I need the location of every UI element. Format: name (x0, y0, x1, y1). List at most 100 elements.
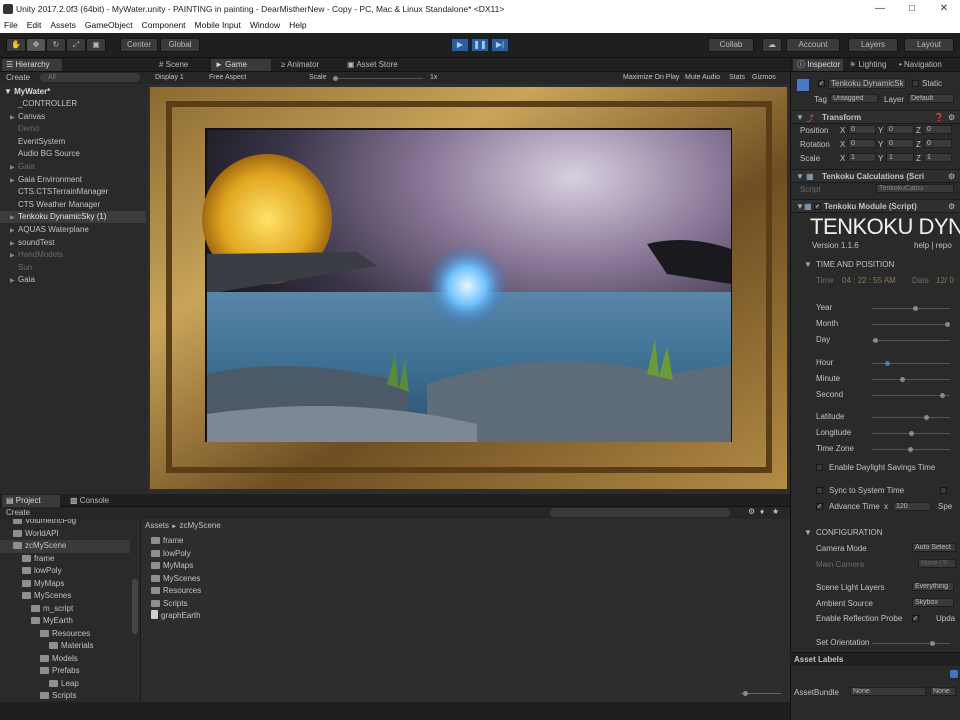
tab-scene[interactable]: # Scene (155, 59, 207, 71)
time-section-label[interactable]: TIME AND POSITION (816, 260, 894, 269)
rect-tool-icon[interactable]: ▣ (86, 38, 106, 52)
value-slider[interactable] (872, 393, 950, 398)
hierarchy-item[interactable]: EventSystem (0, 136, 146, 148)
tenkoku-module-header[interactable]: ▼ ▦ ✓ Tenkoku Module (Script) ⚙ (792, 199, 960, 213)
mute-audio-toggle[interactable]: Mute Audio (685, 72, 720, 84)
expand-arrow-icon[interactable]: ▶ (10, 275, 18, 287)
play-icon[interactable]: ▶ (451, 38, 469, 52)
close-icon[interactable]: ✕ (928, 0, 960, 18)
value-slider[interactable] (872, 377, 950, 382)
minimize-icon[interactable]: — (864, 0, 896, 18)
project-folder[interactable]: MyMaps (0, 578, 130, 591)
account-dropdown[interactable]: Account (786, 38, 840, 52)
help-links[interactable]: help | repo (914, 241, 952, 250)
hierarchy-item[interactable]: ▶ Gaia Environment (0, 174, 146, 186)
gizmos-dropdown[interactable]: Gizmos (752, 72, 776, 84)
project-folder[interactable]: Resources (0, 628, 130, 641)
scale-tool-icon[interactable]: ⤢ (66, 38, 86, 52)
asset-item[interactable]: MyScenes (151, 573, 200, 586)
label-tag-icon[interactable] (950, 670, 958, 678)
tab-hierarchy[interactable]: ☰ Hierarchy (2, 59, 62, 71)
favorite-icon[interactable]: ★ (772, 507, 779, 516)
asset-item[interactable]: Scripts (151, 598, 187, 611)
hand-tool-icon[interactable]: ✋ (6, 38, 26, 52)
project-folder[interactable]: WorldAPI (0, 528, 130, 541)
scale-slider[interactable] (333, 76, 423, 81)
pos-z-field[interactable]: 0 (924, 125, 952, 134)
expand-arrow-icon[interactable]: ▶ (10, 162, 18, 174)
y-axis-label[interactable]: Y (878, 126, 883, 135)
menu-component[interactable]: Component (142, 18, 186, 33)
hierarchy-item[interactable]: CTS.CTSTerrainManager (0, 186, 146, 198)
sync-system-time-checkbox[interactable] (816, 487, 823, 494)
scl-x-field[interactable]: 1 (848, 153, 876, 162)
project-folder[interactable]: Models (0, 653, 130, 666)
slider-thumb[interactable] (909, 431, 914, 436)
static-checkbox[interactable] (912, 80, 919, 87)
value-slider[interactable] (872, 322, 950, 327)
z-axis-label[interactable]: Z (916, 140, 921, 149)
rot-z-field[interactable]: 0 (924, 139, 952, 148)
component-help-icon[interactable]: ❓ (934, 113, 944, 122)
expand-arrow-icon[interactable]: ▶ (10, 212, 18, 224)
slider-thumb[interactable] (923, 415, 929, 420)
project-folder[interactable]: zcMyScene (0, 540, 130, 553)
component-gear-icon[interactable]: ⚙ (948, 172, 955, 181)
camera-mode-dropdown[interactable]: Auto Select (912, 543, 956, 552)
hierarchy-item[interactable]: ▶ HandModels (0, 249, 146, 261)
menu-assets[interactable]: Assets (50, 18, 76, 33)
pivot-global-button[interactable]: Global (160, 38, 200, 52)
project-folder[interactable]: Leap (0, 678, 130, 691)
expand-arrow-icon[interactable]: ▶ (10, 250, 18, 262)
hierarchy-item[interactable]: Audio BG Source (0, 148, 146, 160)
menu-help[interactable]: Help (289, 18, 306, 33)
step-icon[interactable]: ▶| (491, 38, 509, 52)
layer-dropdown[interactable]: Default (908, 94, 954, 103)
configuration-section-label[interactable]: CONFIGURATION (816, 528, 883, 537)
assetbundle-dropdown[interactable]: None (850, 687, 926, 696)
layers-dropdown[interactable]: Layers (848, 38, 898, 52)
project-folder[interactable]: MyEarth (0, 615, 130, 628)
slider-thumb[interactable] (912, 306, 918, 311)
stats-toggle[interactable]: Stats (729, 72, 745, 84)
value-slider[interactable] (872, 338, 950, 343)
value-slider[interactable] (872, 415, 950, 420)
asset-item[interactable]: graphEarth (151, 610, 201, 623)
scl-y-field[interactable]: 1 (886, 153, 914, 162)
value-slider[interactable] (872, 447, 950, 452)
hierarchy-item[interactable]: ▶ Canvas (0, 111, 146, 123)
tab-lighting[interactable]: ☀ Lighting (845, 59, 893, 71)
project-folder[interactable]: Scripts (0, 690, 130, 702)
daylight-savings-checkbox[interactable] (816, 464, 823, 471)
move-tool-icon[interactable]: ✥ (26, 38, 46, 52)
tab-game[interactable]: ► Game (211, 59, 271, 71)
display-dropdown[interactable]: Display 1 (155, 72, 184, 84)
hierarchy-item[interactable]: _CONTROLLER (0, 98, 146, 110)
icon-size-slider[interactable] (741, 691, 781, 696)
asset-item[interactable]: MyMaps (151, 560, 193, 573)
hierarchy-search-input[interactable]: All (40, 73, 140, 82)
object-name-field[interactable]: Tenkoku DynamicSk (828, 78, 906, 89)
ambient-source-dropdown[interactable]: Skybox (912, 598, 954, 607)
value-slider[interactable] (872, 306, 950, 311)
tenkoku-calculations-header[interactable]: ▼ ▦ Tenkoku Calculations (Scri ⚙ (792, 169, 960, 183)
x-axis-label[interactable]: X (840, 154, 845, 163)
project-folder[interactable]: frame (0, 553, 130, 566)
hierarchy-item[interactable]: ▶ soundTest (0, 237, 146, 249)
slider-thumb[interactable] (907, 447, 913, 452)
menu-mobile-input[interactable]: Mobile Input (195, 18, 241, 33)
menu-window[interactable]: Window (250, 18, 280, 33)
y-axis-label[interactable]: Y (878, 154, 883, 163)
game-view[interactable] (147, 84, 790, 494)
tag-dropdown[interactable]: Untagged (830, 94, 878, 103)
main-camera-field[interactable]: None (Tr (918, 559, 956, 568)
x-axis-label[interactable]: X (840, 126, 845, 135)
breadcrumb-leaf[interactable]: zcMyScene (179, 521, 220, 530)
expand-arrow-icon[interactable]: ▶ (10, 175, 18, 187)
breadcrumb-root[interactable]: Assets (145, 521, 169, 530)
y-axis-label[interactable]: Y (878, 140, 883, 149)
rotate-tool-icon[interactable]: ↻ (46, 38, 66, 52)
project-search-input[interactable] (550, 508, 730, 517)
module-enabled-checkbox[interactable]: ✓ (814, 203, 821, 210)
component-gear-icon[interactable]: ⚙ (948, 202, 955, 211)
